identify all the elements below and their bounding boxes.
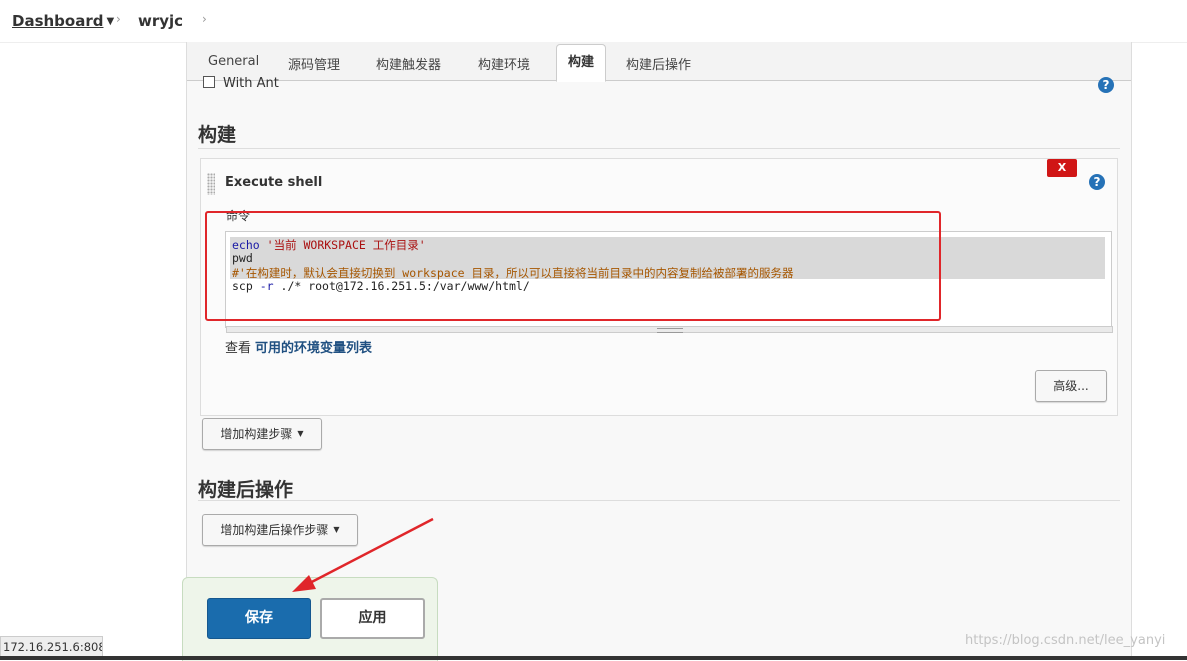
taskbar-strip bbox=[0, 656, 1187, 660]
watermark: https://blog.csdn.net/lee_yanyi bbox=[965, 633, 1166, 648]
annotation-arrow-icon bbox=[292, 517, 434, 592]
status-bar-url: 172.16.251.6:8088 bbox=[0, 636, 103, 658]
